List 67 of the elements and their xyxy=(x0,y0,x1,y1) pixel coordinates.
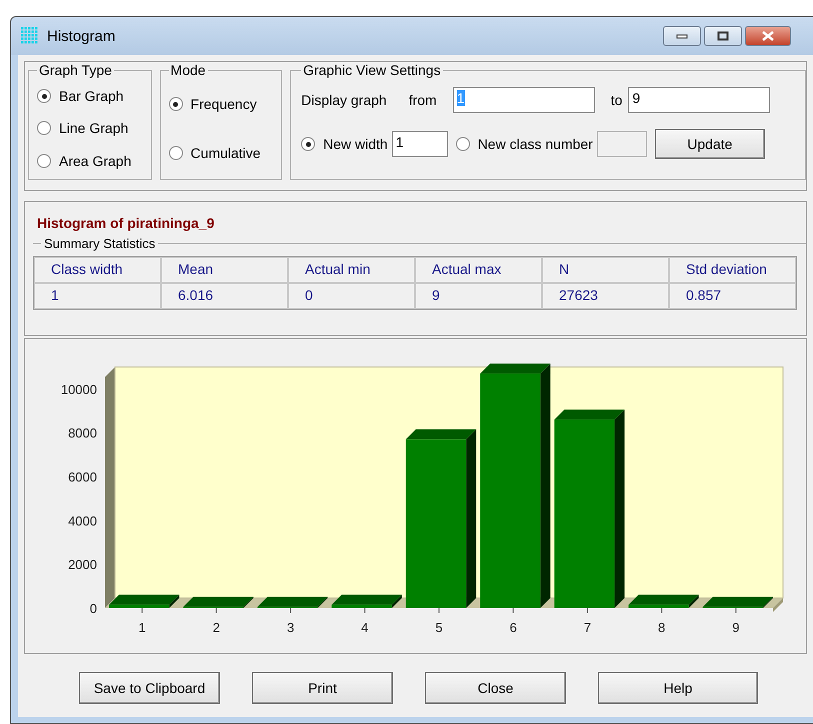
close-button[interactable] xyxy=(745,26,791,46)
x-tick-label: 5 xyxy=(435,620,443,635)
group-label: Graphic View Settings xyxy=(303,62,441,78)
x-tick-label: 3 xyxy=(286,620,294,635)
radio-option[interactable]: New class number xyxy=(456,136,593,152)
y-tick-label: 0 xyxy=(90,601,97,616)
histogram-title: Histogram of piratininga_9 xyxy=(37,215,216,231)
display-label: Display graph xyxy=(301,92,387,108)
close-icon xyxy=(761,31,775,41)
radio-option[interactable]: Bar Graph xyxy=(37,88,143,104)
x-tick-label: 9 xyxy=(732,620,740,635)
dialog-button[interactable]: Save to Clipboard xyxy=(79,672,220,704)
table-cell: 0 xyxy=(288,283,415,309)
radio-option[interactable]: Cumulative xyxy=(168,144,274,161)
column-header: Std deviation xyxy=(669,257,796,283)
to-field[interactable]: 9 xyxy=(628,87,770,113)
minimize-icon xyxy=(676,33,688,39)
table-cell: 0.857 xyxy=(669,283,796,309)
column-header: Mean xyxy=(161,257,288,283)
width-field[interactable]: 1 xyxy=(392,131,448,157)
dialog-button[interactable]: Print xyxy=(252,672,393,704)
window-title: Histogram xyxy=(47,28,116,44)
bar xyxy=(628,604,689,608)
radio-option[interactable]: New width xyxy=(301,136,388,152)
radio-button[interactable] xyxy=(37,154,51,168)
summary-label: Summary Statistics xyxy=(41,236,158,251)
bar xyxy=(109,604,170,608)
from-label: from xyxy=(408,92,437,108)
maximize-button[interactable] xyxy=(704,26,742,46)
maximize-icon xyxy=(717,31,729,41)
radio-button[interactable] xyxy=(301,137,316,151)
group-label: Mode xyxy=(170,62,206,78)
radio-button[interactable] xyxy=(37,89,51,104)
y-tick-label: 8000 xyxy=(68,426,97,441)
x-tick-label: 7 xyxy=(584,620,592,635)
minimize-button[interactable] xyxy=(663,26,701,46)
radio-option[interactable]: Line Graph xyxy=(37,120,143,136)
column-header: N xyxy=(542,257,669,283)
group-label: Graph Type xyxy=(39,62,112,78)
y-tick-label: 6000 xyxy=(68,470,97,485)
update-button[interactable]: Update xyxy=(654,129,765,159)
radio-option[interactable]: Frequency xyxy=(168,96,274,112)
y-tick-label: 4000 xyxy=(68,513,97,528)
column-header: Class width xyxy=(34,257,161,283)
table-cell: 1 xyxy=(34,283,161,309)
radio-button[interactable] xyxy=(168,97,183,112)
column-header: Actual min xyxy=(288,257,415,283)
to-label: to xyxy=(610,92,622,108)
table-cell: 9 xyxy=(415,283,542,309)
dialog-button[interactable]: Close xyxy=(425,672,566,704)
radio-button[interactable] xyxy=(168,146,183,160)
x-tick-label: 1 xyxy=(138,620,146,635)
radio-button[interactable] xyxy=(456,137,470,151)
x-tick-label: 2 xyxy=(212,620,220,635)
x-tick-label: 6 xyxy=(510,620,517,635)
y-tick-label: 10000 xyxy=(60,382,97,397)
x-tick-label: 8 xyxy=(658,620,666,635)
radio-option[interactable]: Area Graph xyxy=(37,152,143,169)
radio-button[interactable] xyxy=(37,121,51,136)
y-tick-label: 2000 xyxy=(68,557,97,572)
bar xyxy=(332,604,392,608)
grid-icon xyxy=(21,27,39,45)
table-cell: 27623 xyxy=(542,283,669,309)
column-header: Actual max xyxy=(415,257,542,283)
dialog-button[interactable]: Help xyxy=(598,672,758,704)
x-tick-label: 4 xyxy=(361,620,368,635)
table-cell: 6.016 xyxy=(161,283,288,309)
